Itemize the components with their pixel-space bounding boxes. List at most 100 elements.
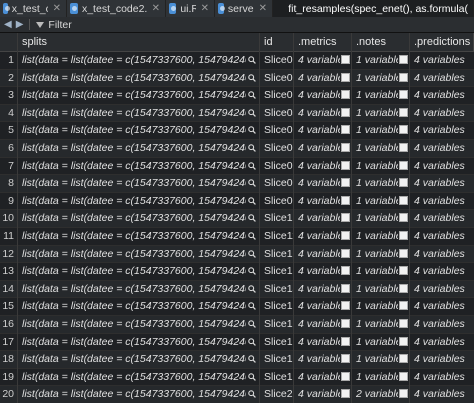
predictions-cell: 4 variables	[414, 89, 465, 102]
expand-checkbox[interactable]	[341, 72, 350, 82]
expand-checkbox[interactable]	[341, 231, 350, 240]
expand-checkbox[interactable]	[399, 72, 408, 82]
magnify-icon[interactable]	[248, 285, 256, 293]
expand-checkbox[interactable]	[399, 231, 408, 240]
id-cell: Slice08	[264, 177, 294, 190]
column-header-rownum[interactable]	[0, 33, 18, 51]
column-header-metrics[interactable]: .metrics	[294, 33, 352, 51]
magnify-icon[interactable]	[248, 144, 256, 152]
magnify-icon[interactable]	[248, 73, 256, 82]
editor-tab[interactable]: fit_resamples(spec_enet(), as.formula(p…	[273, 0, 474, 17]
expand-checkbox[interactable]	[341, 354, 350, 364]
notes-cell: 1 variable	[356, 247, 398, 260]
editor-tab[interactable]: ui.R ✕	[166, 0, 215, 17]
id-cell: Slice14	[264, 282, 294, 295]
expand-checkbox[interactable]	[341, 107, 350, 117]
column-header-notes[interactable]: .notes	[352, 33, 410, 51]
magnify-icon[interactable]	[248, 373, 256, 381]
row-number: 10	[2, 212, 14, 225]
magnify-icon[interactable]	[248, 249, 256, 258]
expand-checkbox[interactable]	[341, 248, 350, 258]
expand-checkbox[interactable]	[399, 55, 408, 64]
splits-cell: list(data = list(datee = c(1547337600, 1…	[22, 54, 246, 66]
column-header-row: splits id .metrics .notes .predictions	[0, 33, 474, 52]
expand-checkbox[interactable]	[399, 90, 408, 100]
magnify-icon[interactable]	[248, 390, 256, 399]
back-arrow-icon[interactable]: ◀	[4, 19, 12, 30]
expand-checkbox[interactable]	[399, 213, 408, 223]
expand-checkbox[interactable]	[341, 371, 350, 381]
expand-checkbox[interactable]	[399, 195, 408, 205]
expand-checkbox[interactable]	[341, 160, 350, 170]
column-header-predictions[interactable]: .predictions	[410, 33, 474, 51]
expand-checkbox[interactable]	[399, 266, 408, 276]
expand-checkbox[interactable]	[399, 354, 408, 364]
expand-checkbox[interactable]	[341, 55, 350, 64]
table-row: 7 list(data = list(datee = c(1547337600, …	[0, 157, 474, 176]
editor-tab[interactable]: x_test_code.R ✕	[0, 0, 67, 17]
expand-checkbox[interactable]	[399, 248, 408, 258]
editor-tab[interactable]: server.R ✕	[215, 0, 273, 17]
expand-checkbox[interactable]	[399, 301, 408, 311]
expand-checkbox[interactable]	[399, 107, 408, 117]
magnify-icon[interactable]	[248, 267, 256, 276]
expand-checkbox[interactable]	[399, 389, 408, 399]
close-tab-icon[interactable]: ✕	[53, 3, 61, 14]
editor-tab[interactable]: x_test_code2.R ✕	[67, 0, 166, 17]
expand-checkbox[interactable]	[341, 213, 350, 223]
metrics-cell: 4 variables	[298, 124, 340, 137]
expand-checkbox[interactable]	[341, 283, 350, 293]
column-header-splits[interactable]: splits	[18, 33, 260, 51]
expand-checkbox[interactable]	[399, 319, 408, 328]
notes-cell: 1 variable	[356, 177, 398, 190]
expand-checkbox[interactable]	[341, 389, 350, 399]
expand-checkbox[interactable]	[341, 90, 350, 100]
magnify-icon[interactable]	[248, 302, 256, 311]
predictions-cell: 4 variables	[414, 54, 465, 66]
expand-checkbox[interactable]	[341, 266, 350, 276]
expand-checkbox[interactable]	[399, 371, 408, 381]
close-tab-icon[interactable]: ✕	[259, 3, 267, 14]
expand-checkbox[interactable]	[399, 160, 408, 170]
table-row: 20 list(data = list(datee = c(1547337600,…	[0, 386, 474, 403]
expand-checkbox[interactable]	[399, 143, 408, 152]
close-tab-icon[interactable]: ✕	[201, 3, 209, 14]
magnify-icon[interactable]	[248, 179, 256, 188]
row-number: 20	[2, 388, 14, 401]
id-cell: Slice04	[264, 106, 294, 119]
id-cell: Slice09	[264, 194, 294, 207]
expand-checkbox[interactable]	[341, 178, 350, 188]
magnify-icon[interactable]	[248, 109, 256, 117]
magnify-icon[interactable]	[248, 232, 256, 240]
expand-checkbox[interactable]	[341, 125, 350, 135]
expand-checkbox[interactable]	[341, 336, 350, 346]
magnify-icon[interactable]	[248, 337, 256, 346]
magnify-icon[interactable]	[248, 214, 256, 223]
filter-button-label[interactable]: Filter	[48, 19, 71, 31]
magnify-icon[interactable]	[248, 197, 256, 205]
magnify-icon[interactable]	[248, 161, 256, 170]
magnify-icon[interactable]	[248, 355, 256, 364]
magnify-icon[interactable]	[248, 56, 256, 64]
magnify-icon[interactable]	[248, 91, 256, 100]
expand-checkbox[interactable]	[399, 336, 408, 346]
magnify-icon[interactable]	[248, 126, 256, 135]
table-row: 18 list(data = list(datee = c(1547337600,…	[0, 351, 474, 369]
expand-checkbox[interactable]	[399, 283, 408, 293]
expand-checkbox[interactable]	[341, 143, 350, 152]
id-cell: Slice11	[264, 230, 294, 242]
expand-checkbox[interactable]	[399, 125, 408, 135]
expand-checkbox[interactable]	[399, 178, 408, 188]
id-cell: Slice17	[264, 335, 294, 348]
forward-arrow-icon[interactable]: ▶	[16, 19, 24, 30]
expand-checkbox[interactable]	[341, 301, 350, 311]
column-header-id[interactable]: id	[260, 33, 294, 51]
expand-checkbox[interactable]	[341, 319, 350, 328]
filter-icon[interactable]	[36, 21, 45, 28]
magnify-icon[interactable]	[248, 320, 256, 328]
close-tab-icon[interactable]: ✕	[152, 3, 160, 14]
metrics-cell: 4 variables	[298, 335, 340, 348]
expand-checkbox[interactable]	[341, 195, 350, 205]
predictions-cell: 4 variables	[414, 282, 465, 295]
predictions-cell: 4 variables	[414, 194, 465, 207]
